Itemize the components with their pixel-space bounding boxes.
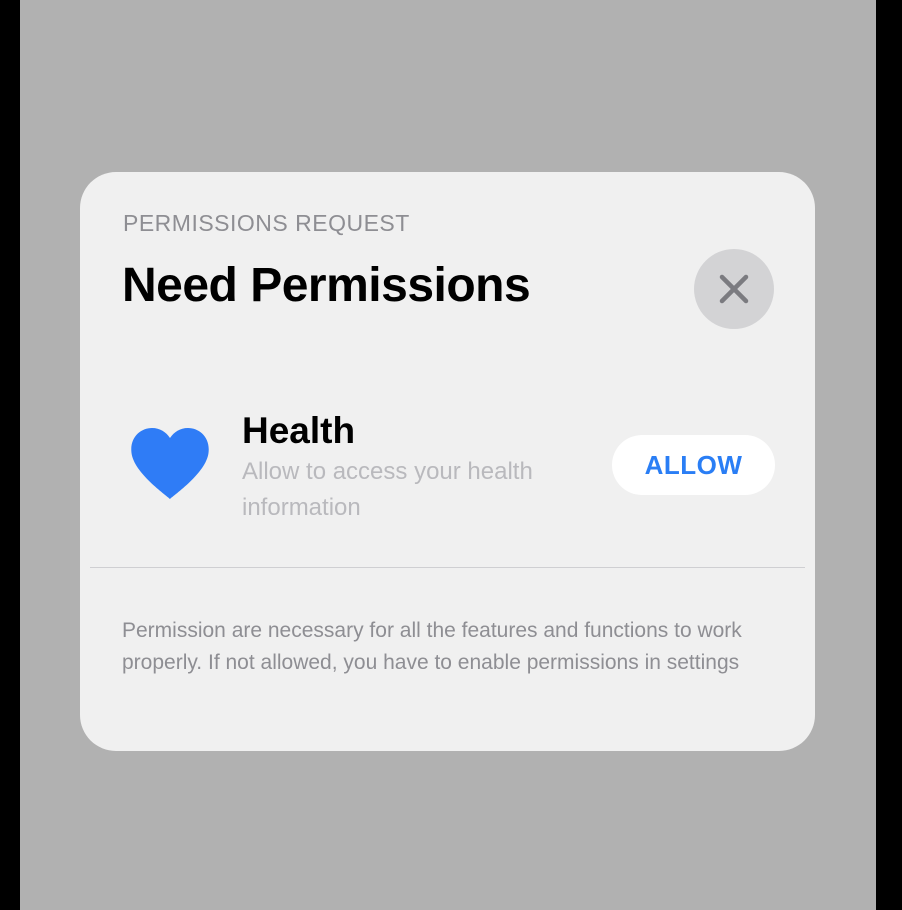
permissions-dialog: PERMISSIONS REQUEST Need Permissions Hea… (80, 172, 815, 751)
close-button[interactable] (694, 249, 774, 329)
allow-button[interactable]: ALLOW (612, 435, 775, 495)
divider (90, 567, 805, 568)
heart-icon (131, 428, 209, 499)
close-icon (719, 274, 749, 304)
permission-title: Health (242, 410, 356, 451)
footer-note: Permission are necessary for all the fea… (122, 619, 742, 674)
dialog-title: Need Permissions (122, 259, 531, 312)
permission-row-health: Health Allow to access your health infor… (80, 402, 815, 522)
permission-description: Allow to access your health information (242, 458, 533, 521)
screen-overlay: PERMISSIONS REQUEST Need Permissions Hea… (20, 0, 876, 910)
dialog-eyebrow: PERMISSIONS REQUEST (123, 210, 410, 236)
